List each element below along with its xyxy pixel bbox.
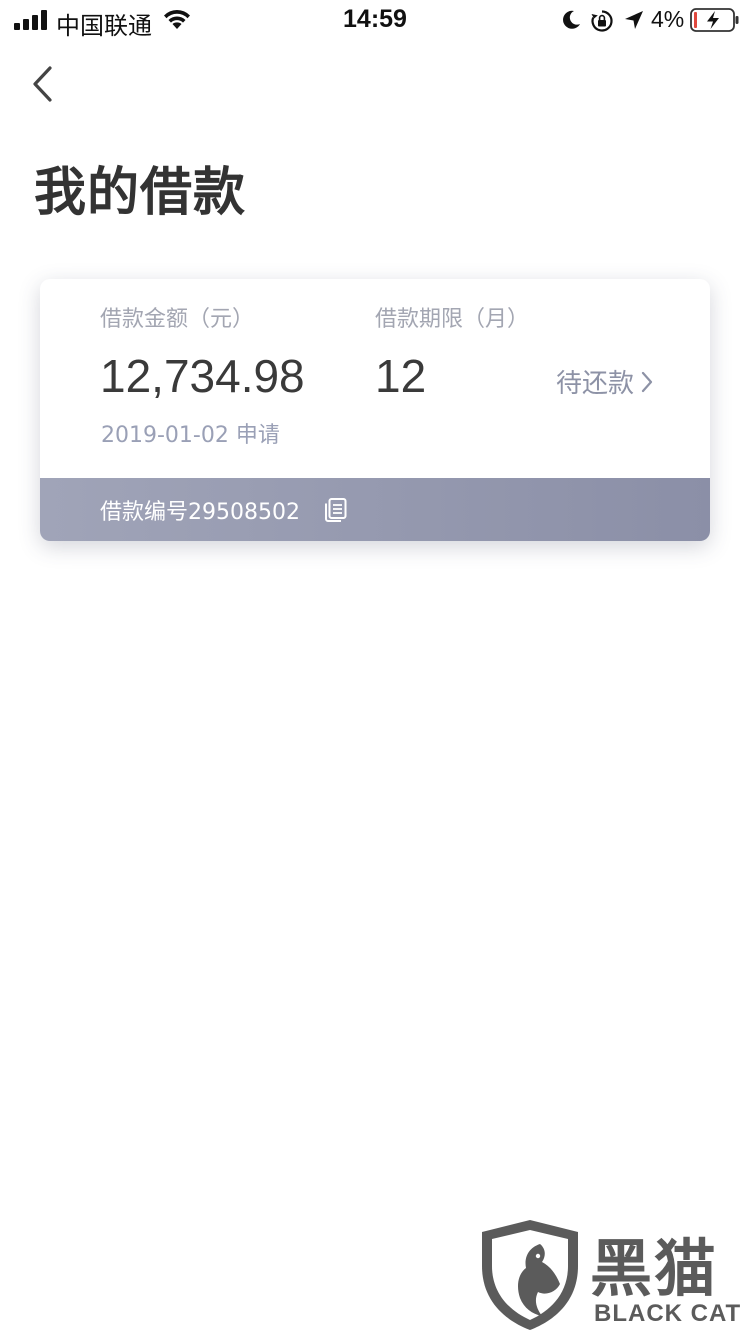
loan-status-text: 待还款 [555, 369, 634, 399]
copy-icon[interactable] [322, 497, 348, 523]
loan-term-label: 借款期限（月） [375, 307, 530, 332]
chevron-right-icon [641, 371, 653, 392]
battery-charging-icon [690, 8, 739, 32]
battery-percent: 4% [651, 6, 685, 32]
loan-number-value: 29508502 [188, 499, 300, 525]
loan-number-label: 借款编号 [100, 499, 189, 525]
status-bar: 中国联通 14:59 4% [0, 0, 750, 40]
loan-amount-label: 借款金额（元） [100, 307, 255, 332]
loan-amount-value: 12,734.98 [100, 350, 305, 402]
cat-shield-logo-icon [482, 1220, 578, 1330]
watermark-chinese: 黑猫 [590, 1232, 719, 1305]
moon-icon [563, 10, 580, 29]
black-cat-watermark: 黑猫 BLACK CAT [478, 1216, 750, 1334]
apply-date: 2019-01-02 申请 [101, 423, 280, 448]
loan-term-value: 12 [375, 350, 427, 402]
location-arrow-icon [625, 11, 643, 29]
loan-card-footer: 借款编号29508502 [40, 478, 710, 541]
back-button[interactable] [26, 64, 62, 104]
rotation-lock-icon [591, 10, 613, 32]
loan-number: 借款编号29508502 [100, 494, 300, 526]
loan-card-body[interactable]: 借款金额（元） 借款期限（月） 12,734.98 12 2019-01-02 … [40, 279, 710, 478]
loan-card: 借款金额（元） 借款期限（月） 12,734.98 12 2019-01-02 … [40, 279, 710, 541]
watermark-english: BLACK CAT [594, 1300, 742, 1327]
page-title: 我的借款 [34, 163, 247, 223]
loan-status-link[interactable]: 待还款 [556, 363, 654, 400]
